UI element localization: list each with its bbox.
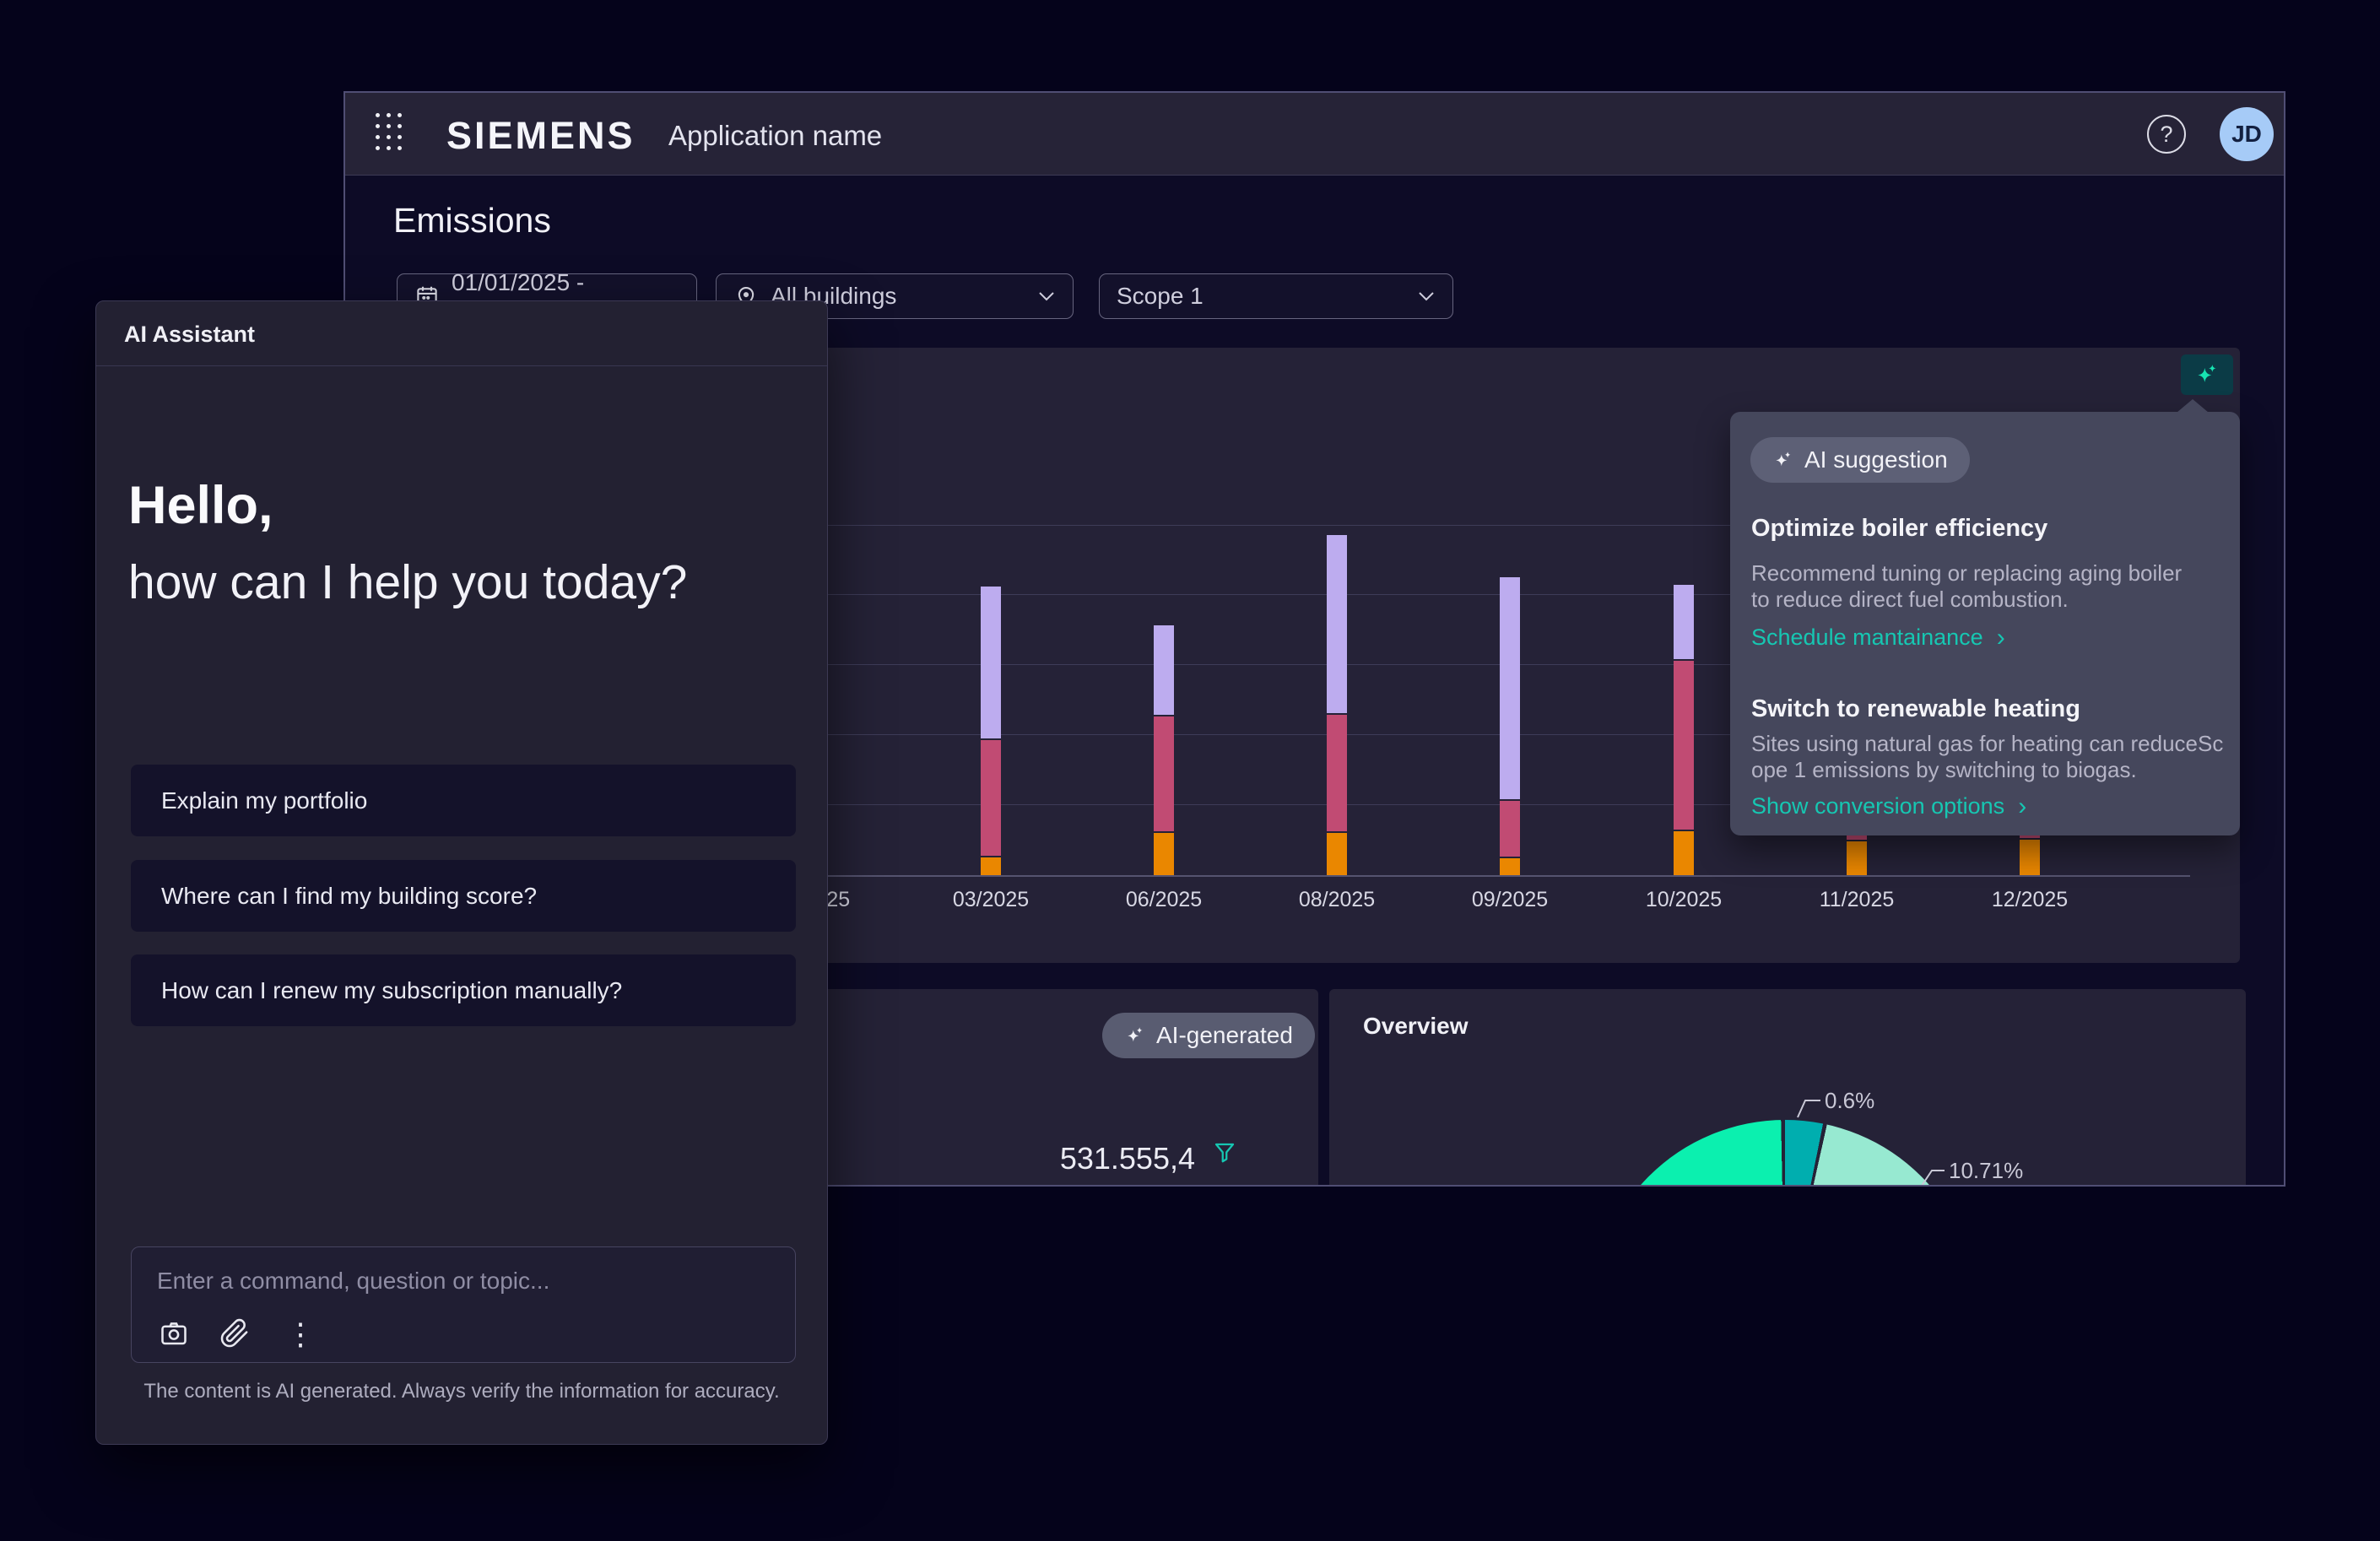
suggestion-2-title: Switch to renewable heating — [1751, 695, 2080, 723]
attachment-icon[interactable] — [219, 1318, 250, 1349]
camera-icon[interactable] — [159, 1318, 189, 1349]
bar-segment-pink — [1327, 713, 1347, 831]
app-launcher-icon[interactable] — [376, 113, 413, 157]
x-axis-label: 11/2025 — [1798, 888, 1916, 912]
callout-leader-line — [1798, 1100, 1820, 1117]
popup-caret — [2177, 399, 2209, 413]
sparkle-icon — [2193, 361, 2221, 388]
bar-segment-pink — [1500, 799, 1520, 857]
greeting-line-2: how can I help you today? — [128, 554, 687, 610]
suggestion-explain-portfolio[interactable]: Explain my portfolio — [131, 765, 796, 836]
callout-label: 10.71% — [1949, 1158, 2023, 1183]
filter-funnel-icon[interactable] — [1212, 1139, 1237, 1166]
x-axis-label: 09/2025 — [1451, 888, 1569, 912]
chevron-right-icon: › — [2018, 796, 2026, 818]
scope-value: Scope 1 — [1117, 283, 1405, 310]
bar-segment-orange — [1154, 831, 1174, 875]
ai-suggestion-badge: AI suggestion — [1750, 437, 1970, 483]
bar-segment-pink — [1154, 715, 1174, 831]
bar-segment-orange — [1674, 830, 1694, 875]
ai-suggestion-popup: AI suggestion Optimize boiler efficiency… — [1730, 412, 2240, 835]
bar-segment-orange — [2020, 838, 2040, 875]
bar-segment-lavender — [1674, 583, 1694, 659]
schedule-maintenance-link[interactable]: Schedule mantainance› — [1751, 625, 2005, 651]
page-title: Emissions — [393, 201, 551, 241]
bar-segment-lavender — [1327, 533, 1347, 713]
ai-assistant-title: AI Assistant — [124, 322, 255, 348]
bar-segment-orange — [1327, 831, 1347, 875]
suggestion-building-score[interactable]: Where can I find my building score? — [131, 860, 796, 932]
kpi-value: 531.555,4 — [1041, 1141, 1195, 1176]
suggestion-2-body: Sites using natural gas for heating can … — [1751, 731, 2223, 783]
chevron-down-icon — [1417, 290, 1436, 302]
x-axis-label: 10/2025 — [1625, 888, 1743, 912]
command-input-box[interactable]: ⋮ — [131, 1246, 796, 1363]
show-conversion-options-link[interactable]: Show conversion options› — [1751, 793, 2026, 819]
siemens-logo: SIEMENS — [446, 114, 636, 158]
ai-assistant-dialog: AI Assistant Hello, how can I help you t… — [95, 300, 828, 1445]
application-name: Application name — [668, 120, 882, 152]
bar-segment-orange — [1847, 840, 1867, 875]
avatar[interactable]: JD — [2220, 107, 2274, 161]
ai-assistant-header: AI Assistant — [96, 301, 827, 366]
chevron-down-icon — [1037, 290, 1056, 302]
ai-disclaimer: The content is AI generated. Always veri… — [96, 1380, 827, 1403]
chevron-right-icon: › — [1997, 627, 2005, 649]
kebab-menu-icon[interactable]: ⋮ — [285, 1317, 316, 1352]
overview-card: Overview 0.6%10.71% — [1329, 989, 2246, 1187]
scope-filter[interactable]: Scope 1 — [1099, 273, 1453, 319]
ai-generated-badge: AI-generated — [1102, 1013, 1315, 1058]
x-axis-label: 03/2025 — [932, 888, 1050, 912]
donut-callouts: 0.6% 10.71% — [1329, 989, 2246, 1187]
callout-label: 0.6% — [1825, 1088, 1874, 1113]
app-header: SIEMENS Application name ? JD — [345, 93, 2284, 176]
x-axis-label: 12/2025 — [1971, 888, 2089, 912]
x-axis-label: 06/2025 — [1105, 888, 1223, 912]
ai-suggestion-label: AI suggestion — [1804, 446, 1948, 473]
callout-leader-line — [1920, 1171, 1945, 1187]
bar-segment-pink — [1674, 659, 1694, 830]
suggestion-1-body: Recommend tuning or replacing aging boil… — [1751, 560, 2182, 613]
sparkle-icon — [1772, 449, 1794, 471]
command-input[interactable] — [157, 1263, 765, 1300]
help-icon[interactable]: ? — [2147, 115, 2186, 154]
bar-segment-pink — [981, 738, 1001, 856]
ai-suggestion-toggle-button[interactable] — [2181, 354, 2233, 395]
bar-segment-orange — [981, 856, 1001, 875]
x-axis-label: 08/2025 — [1278, 888, 1396, 912]
bar-segment-lavender — [981, 585, 1001, 738]
bar-segment-orange — [1500, 857, 1520, 875]
bar-segment-lavender — [1154, 624, 1174, 715]
suggestion-renew-subscription[interactable]: How can I renew my subscription manually… — [131, 954, 796, 1026]
donut-hole — [1658, 1186, 1912, 1187]
bar-segment-lavender — [1500, 576, 1520, 799]
suggestion-1-title: Optimize boiler efficiency — [1751, 515, 2047, 543]
sparkle-icon — [1124, 1025, 1146, 1046]
greeting-line-1: Hello, — [128, 475, 273, 536]
ai-generated-label: AI-generated — [1156, 1022, 1293, 1049]
